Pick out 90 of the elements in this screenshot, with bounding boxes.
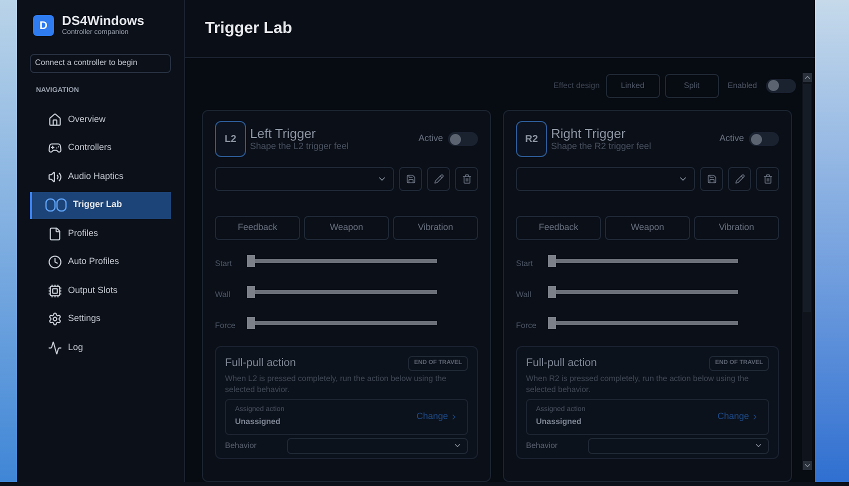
trigger-title: Left Trigger (250, 126, 317, 141)
slider[interactable] (247, 317, 437, 329)
chip-icon (48, 284, 62, 298)
settings-icon (48, 312, 62, 326)
effect-tab[interactable]: Weapon (605, 216, 690, 240)
save-icon (406, 174, 416, 184)
pencil-icon (734, 174, 744, 184)
delete-button[interactable] (455, 167, 478, 191)
scroll-up-icon[interactable] (802, 73, 812, 82)
scrollbar[interactable] (802, 73, 812, 470)
file-icon (48, 226, 62, 240)
assigned-action-value: Unassigned (235, 416, 282, 428)
section-description: When R2 is pressed completely, run the action below using the selected behavior. (526, 372, 750, 394)
trigger-badge: L2 (215, 121, 246, 157)
section-title: Full-pull action (526, 356, 597, 371)
edit-button[interactable] (728, 167, 751, 191)
app-name: DS4Windows (62, 13, 144, 28)
slider-thumb[interactable] (548, 255, 556, 267)
gamepad-icon (48, 141, 62, 155)
caret-icon (453, 441, 462, 450)
trash-icon (462, 174, 472, 184)
save-icon (706, 174, 716, 184)
page-title: Trigger Lab (205, 18, 292, 38)
delete-button[interactable] (756, 167, 779, 191)
pulse-icon (48, 340, 62, 354)
active-label: Active (418, 132, 443, 146)
effect-design-option[interactable]: Linked (606, 74, 660, 98)
edit-button[interactable] (427, 167, 450, 191)
slider[interactable] (548, 317, 738, 329)
nav-item[interactable]: Controllers (30, 134, 171, 162)
nav-item[interactable]: Profiles (30, 220, 171, 247)
effect-tab[interactable]: Feedback (215, 216, 300, 240)
effect-tab[interactable]: Feedback (516, 216, 601, 240)
slider[interactable] (548, 255, 738, 267)
slider-label: Start (215, 258, 233, 270)
effect-tab[interactable]: Weapon (304, 216, 389, 240)
nav-item[interactable]: Settings (30, 306, 171, 332)
home-icon (48, 112, 62, 126)
nav-item[interactable]: Audio Haptics (30, 163, 171, 190)
nav-item[interactable]: Overview (30, 106, 171, 133)
toggle-switch[interactable] (448, 132, 478, 146)
trash-icon (762, 174, 772, 184)
trigger-title: Right Trigger (551, 126, 626, 141)
section-title: Full-pull action (225, 356, 296, 371)
nav-item[interactable]: Auto Profiles (30, 248, 171, 276)
nav-item[interactable]: Trigger Lab (30, 192, 171, 218)
chevron-icon (450, 412, 458, 420)
save-button[interactable] (700, 167, 723, 191)
triggers-icon (45, 198, 67, 212)
trigger-badge: R2 (516, 121, 547, 157)
toggle-switch[interactable] (749, 132, 779, 146)
change-link[interactable]: Change (416, 410, 458, 424)
behavior-label: Behavior (225, 440, 258, 452)
status-field: Connect a controller to begin (30, 54, 171, 72)
nav-item[interactable]: Output Slots (30, 277, 171, 304)
slider-thumb[interactable] (247, 317, 255, 329)
effect-design-option[interactable]: Split (664, 74, 719, 98)
effect-tab[interactable]: Vibration (694, 216, 779, 240)
slider-thumb[interactable] (247, 255, 255, 267)
slider-label: Wall (516, 289, 532, 301)
effect-design-label: Effect design (554, 80, 600, 92)
save-button[interactable] (399, 167, 422, 191)
slider-thumb[interactable] (548, 317, 556, 329)
pencil-icon (434, 174, 444, 184)
enabled-label: Enabled (728, 80, 757, 92)
trigger-subtitle: Shape the R2 trigger feel (551, 141, 652, 152)
trigger-subtitle: Shape the L2 trigger feel (250, 141, 350, 152)
slider[interactable] (247, 286, 437, 298)
slider-label: Start (516, 258, 534, 270)
chevron-icon (751, 412, 759, 420)
speaker-icon (48, 170, 62, 184)
slider[interactable] (247, 255, 437, 267)
scroll-down-icon[interactable] (802, 461, 812, 470)
slider-thumb[interactable] (247, 286, 255, 298)
section-description: When L2 is pressed completely, run the action below using the selected behavior. (225, 372, 448, 394)
app-logo: D (33, 15, 54, 36)
change-link[interactable]: Change (717, 410, 759, 424)
slider-thumb[interactable] (548, 286, 556, 298)
slider-label: Force (215, 320, 236, 332)
caret-icon (754, 441, 763, 450)
slider-label: Force (516, 320, 538, 332)
active-label: Active (719, 132, 744, 146)
slider[interactable] (548, 286, 738, 298)
slider-label: Wall (215, 289, 232, 301)
effect-tab[interactable]: Vibration (393, 216, 478, 240)
assigned-action-value: Unassigned (536, 416, 582, 428)
toggle-switch[interactable] (766, 78, 796, 92)
behavior-label: Behavior (526, 440, 559, 452)
nav-item[interactable]: Log (30, 334, 171, 361)
clock-icon (48, 255, 62, 269)
